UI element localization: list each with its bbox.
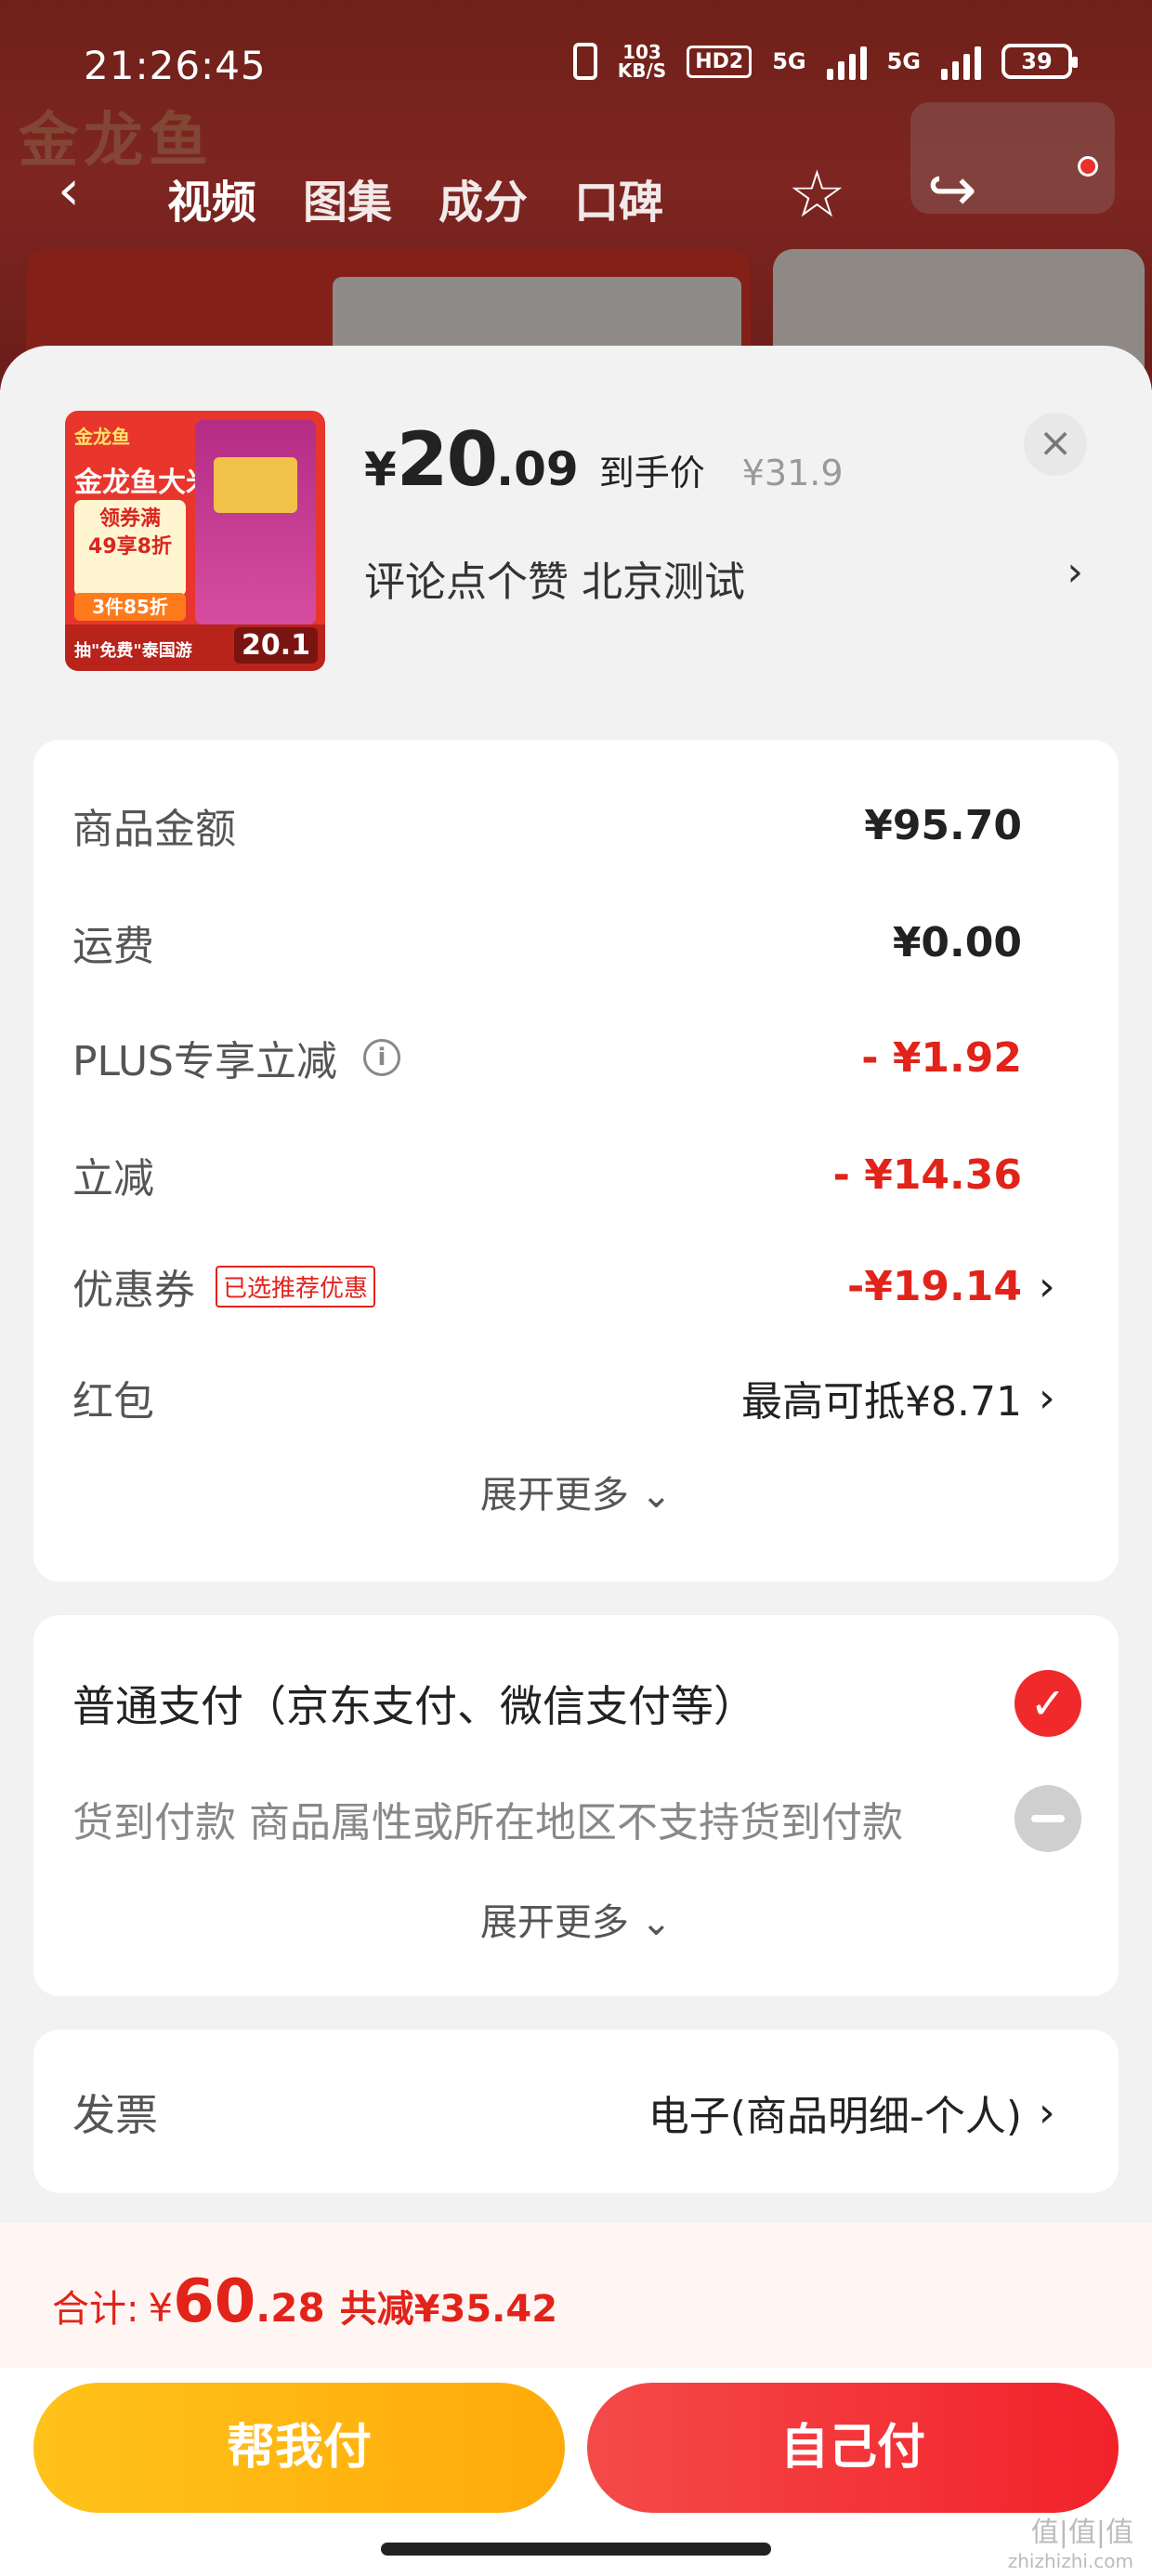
spec-selector[interactable]: 评论点个赞 北京测试 › bbox=[364, 548, 1089, 608]
amount-row-instant-discount: 立减 - ¥14.36 bbox=[72, 1137, 1063, 1212]
status-icons: 103 KB/S HD2 5G 5G 39 bbox=[572, 43, 1078, 80]
signal-strength-icon bbox=[826, 43, 867, 80]
amount-row-subtotal: 商品金额 ¥95.70 bbox=[72, 788, 1063, 862]
price-integer: 20 bbox=[396, 416, 498, 503]
background-tabs: 视频 图集 成分 口碑 bbox=[167, 165, 663, 230]
share-icon[interactable]: ↪ bbox=[927, 156, 977, 225]
amount-label: 优惠券 bbox=[72, 1267, 195, 1314]
chevron-right-icon: › bbox=[1039, 1262, 1055, 1310]
watermark: 值|值|值 zhizhizhi.com bbox=[1008, 2509, 1133, 2572]
checkmark-selected-icon[interactable]: ✓ bbox=[1015, 1670, 1081, 1737]
payment-method-card: 普通支付（京东支付、微信支付等） ✓ 货到付款 商品属性或所在地区不支持货到付款… bbox=[33, 1615, 1119, 1996]
amount-row-plus-discount: PLUS专享立减 i - ¥1.92 bbox=[72, 1020, 1063, 1095]
price-decimal: .09 bbox=[496, 442, 579, 496]
info-icon[interactable]: i bbox=[363, 1039, 400, 1076]
amount-label: 立减 bbox=[72, 1155, 154, 1203]
expand-more-payment[interactable]: 展开更多 ⌄ bbox=[33, 1892, 1119, 1946]
total-currency: ¥ bbox=[148, 2285, 174, 2331]
battery-icon: 39 bbox=[1001, 44, 1078, 79]
amount-value: -¥19.14 bbox=[846, 1262, 1022, 1310]
watermark-site: zhizhizhi.com bbox=[1007, 2550, 1133, 2572]
tab-reviews[interactable]: 口碑 bbox=[574, 165, 663, 230]
chevron-right-icon: › bbox=[1039, 1373, 1055, 1422]
price-row: ¥ 20 .09 到手价 ¥31.9 bbox=[364, 416, 844, 503]
amount-value: ¥95.70 bbox=[864, 801, 1022, 849]
price-currency: ¥ bbox=[364, 442, 397, 496]
chevron-down-icon: ⌄ bbox=[640, 1474, 673, 1517]
final-price-tag: 到手价 bbox=[598, 453, 705, 493]
notification-dot bbox=[1078, 156, 1098, 177]
product-header: 金龙鱼 金龙鱼大米 领券满 49享8折 3件85折 抽"免费"泰国游 20.1 … bbox=[0, 346, 1152, 717]
thumb-brand: 金龙鱼 bbox=[74, 426, 130, 448]
thumb-promo-badge: 3件85折 bbox=[74, 593, 186, 621]
amount-value: ¥0.00 bbox=[892, 918, 1022, 966]
watermark-mark: 值|值|值 bbox=[1030, 2517, 1133, 2549]
help-pay-button[interactable]: 帮我付 bbox=[33, 2383, 565, 2513]
chevron-right-icon: › bbox=[1039, 2088, 1055, 2136]
network-speed-value: 103 bbox=[622, 41, 661, 63]
disabled-option-icon bbox=[1015, 1785, 1081, 1852]
amount-row-shipping: 运费 ¥0.00 bbox=[72, 905, 1063, 979]
tab-video[interactable]: 视频 bbox=[167, 165, 256, 230]
vibrate-icon bbox=[572, 43, 597, 80]
total-label: 合计: bbox=[52, 2288, 139, 2331]
total-bar: 合计: ¥ 60 .28 共减¥35.42 bbox=[0, 2223, 1152, 2368]
invoice-label: 发票 bbox=[72, 2090, 158, 2140]
amount-label: PLUS专享立减 bbox=[72, 1038, 337, 1085]
thumb-price-badge: 20.1 bbox=[233, 627, 318, 664]
thumb-name: 金龙鱼大米 bbox=[74, 467, 214, 499]
total-decimal: .28 bbox=[255, 2285, 325, 2331]
status-bar: 21:26:45 103 KB/S HD2 5G 5G 39 bbox=[0, 0, 1152, 121]
self-pay-button[interactable]: 自己付 bbox=[587, 2383, 1119, 2513]
hd-voice-icon: HD2 bbox=[687, 45, 753, 78]
network-speed: 103 KB/S bbox=[618, 43, 666, 80]
tab-gallery[interactable]: 图集 bbox=[303, 165, 392, 230]
product-thumbnail: 金龙鱼 金龙鱼大米 领券满 49享8折 3件85折 抽"免费"泰国游 20.1 bbox=[65, 411, 325, 671]
total-savings: 共减¥35.42 bbox=[339, 2288, 558, 2331]
amount-label: 运费 bbox=[72, 923, 154, 970]
invoice-value: 电子(商品明细-个人) bbox=[648, 2093, 1022, 2140]
amount-label: 商品金额 bbox=[72, 806, 236, 853]
signal-strength-icon-2 bbox=[941, 43, 981, 80]
payment-option-cod: 货到付款 商品属性或所在地区不支持货到付款 bbox=[72, 1777, 1119, 1860]
invoice-card[interactable]: 发票 电子(商品明细-个人) › bbox=[33, 2030, 1119, 2193]
payment-option-normal[interactable]: 普通支付（京东支付、微信支付等） ✓ bbox=[72, 1662, 1119, 1745]
amount-value: - ¥14.36 bbox=[832, 1150, 1022, 1199]
status-time: 21:26:45 bbox=[84, 43, 267, 88]
coupon-recommended-tag: 已选推荐优惠 bbox=[216, 1265, 376, 1308]
signal-5g-label-2: 5G bbox=[886, 48, 921, 74]
payment-option-label: 普通支付（京东支付、微信支付等） bbox=[72, 1681, 756, 1731]
expand-more-amounts[interactable]: 展开更多 ⌄ bbox=[33, 1465, 1119, 1518]
home-indicator[interactable] bbox=[381, 2543, 771, 2556]
expand-label: 展开更多 bbox=[479, 1901, 629, 1944]
favorite-star-icon[interactable]: ☆ bbox=[788, 156, 846, 232]
amount-row-red-packet[interactable]: 红包 最高可抵¥8.71 › bbox=[72, 1360, 1063, 1435]
amount-row-coupon[interactable]: 优惠券 已选推荐优惠 -¥19.14 › bbox=[72, 1249, 1063, 1323]
network-speed-unit: KB/S bbox=[617, 59, 667, 82]
invoice-row[interactable]: 发票 电子(商品明细-个人) › bbox=[72, 2070, 1063, 2154]
expand-label: 展开更多 bbox=[479, 1474, 629, 1517]
back-arrow-icon[interactable]: ‹ bbox=[58, 158, 80, 223]
background-nav-bar: ‹ 视频 图集 成分 口碑 ☆ ↪ bbox=[0, 139, 1152, 242]
amount-breakdown-card: 商品金额 ¥95.70 运费 ¥0.00 PLUS专享立减 i - ¥1.92 … bbox=[33, 740, 1119, 1582]
thumb-promo: 领券满 49享8折 bbox=[74, 500, 186, 597]
rice-bag-image bbox=[195, 420, 316, 624]
original-price: ¥31.9 bbox=[741, 453, 844, 493]
checkout-footer: 合计: ¥ 60 .28 共减¥35.42 帮我付 自己付 bbox=[0, 2223, 1152, 2576]
amount-value: - ¥1.92 bbox=[861, 1033, 1022, 1082]
thumb-promo-line2: 49享8折 bbox=[88, 535, 172, 559]
spec-text: 评论点个赞 北京测试 bbox=[364, 559, 745, 606]
amount-label: 红包 bbox=[72, 1378, 154, 1426]
amount-value: 最高可抵¥8.71 bbox=[741, 1378, 1022, 1426]
signal-5g-label-1: 5G bbox=[772, 48, 806, 74]
thumb-promo-line1: 领券满 bbox=[98, 507, 161, 531]
chevron-down-icon: ⌄ bbox=[640, 1901, 673, 1944]
payment-option-label: 货到付款 商品属性或所在地区不支持货到付款 bbox=[72, 1799, 903, 1847]
total-integer: 60 bbox=[173, 2267, 256, 2336]
close-icon: × bbox=[1038, 419, 1073, 467]
tab-ingredients[interactable]: 成分 bbox=[439, 165, 528, 230]
close-button[interactable]: × bbox=[1024, 413, 1087, 476]
chevron-right-icon: › bbox=[1067, 548, 1083, 596]
